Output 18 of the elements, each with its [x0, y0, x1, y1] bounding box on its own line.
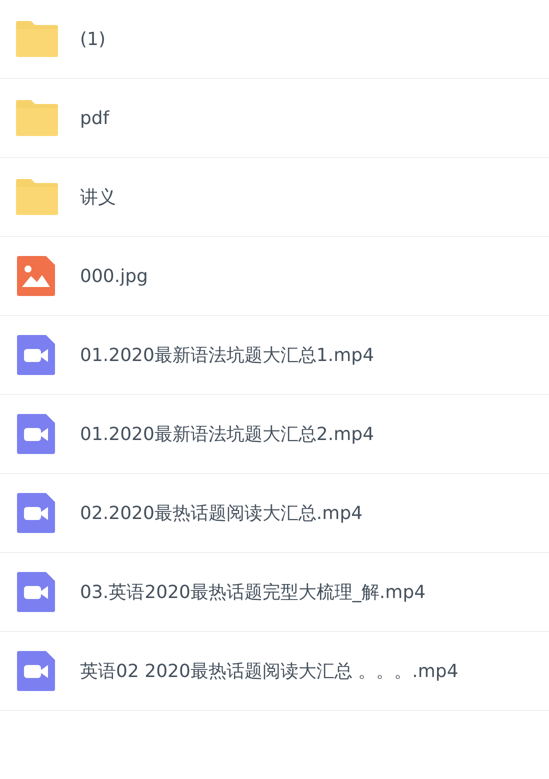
file-row[interactable]: 01.2020最新语法坑题大汇总2.mp4: [0, 395, 549, 474]
file-row[interactable]: 000.jpg: [0, 237, 549, 316]
file-name: 讲义: [80, 186, 116, 209]
file-name: (1): [80, 28, 106, 50]
file-row[interactable]: 讲义: [0, 158, 549, 237]
file-name: 000.jpg: [80, 266, 148, 286]
file-row[interactable]: 02.2020最热话题阅读大汇总.mp4: [0, 474, 549, 553]
file-row[interactable]: (1): [0, 0, 549, 79]
file-row[interactable]: 01.2020最新语法坑题大汇总1.mp4: [0, 316, 549, 395]
file-row[interactable]: 英语02 2020最热话题阅读大汇总 。。。.mp4: [0, 632, 549, 711]
file-name: 01.2020最新语法坑题大汇总2.mp4: [80, 423, 374, 446]
file-name: 03.英语2020最热话题完型大梳理_解.mp4: [80, 581, 426, 604]
file-name: 01.2020最新语法坑题大汇总1.mp4: [80, 344, 374, 367]
file-name: pdf: [80, 108, 110, 128]
file-row[interactable]: 03.英语2020最热话题完型大梳理_解.mp4: [0, 553, 549, 632]
file-row[interactable]: pdf: [0, 79, 549, 158]
file-name: 02.2020最热话题阅读大汇总.mp4: [80, 502, 363, 525]
file-name: 英语02 2020最热话题阅读大汇总 。。。.mp4: [80, 660, 458, 683]
